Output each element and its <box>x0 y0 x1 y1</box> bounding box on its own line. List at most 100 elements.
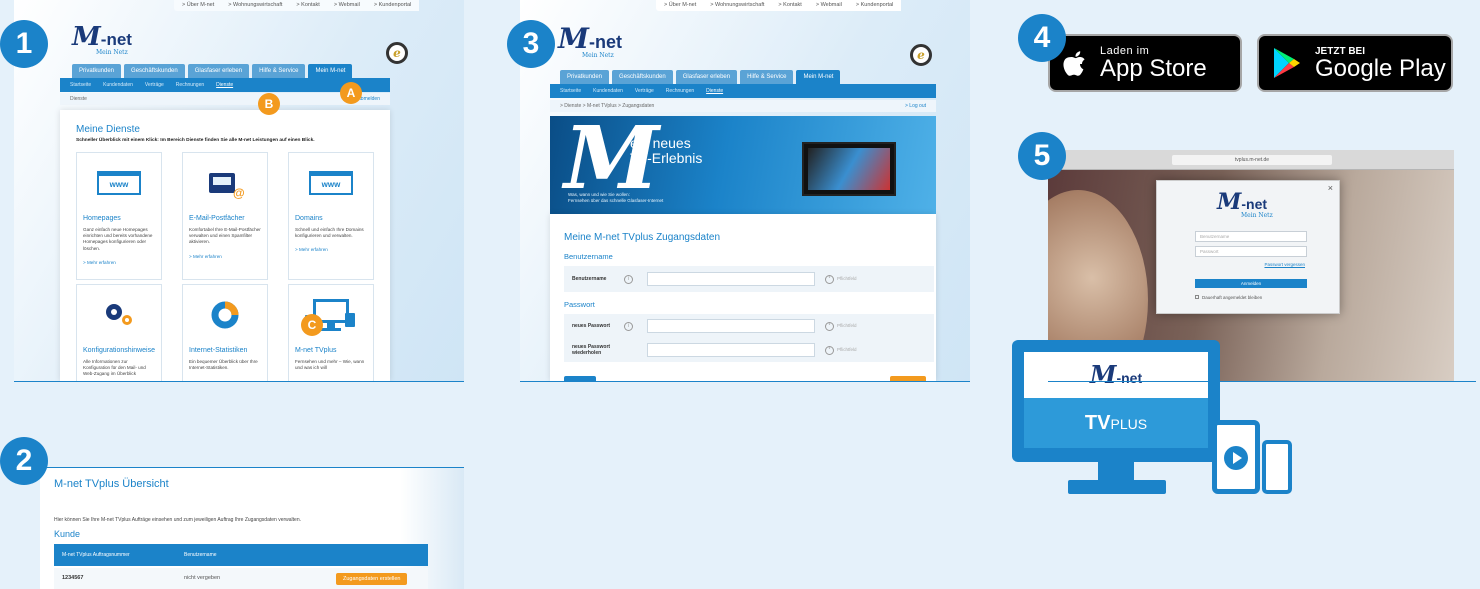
required-icon: * <box>825 274 834 284</box>
top-nav-item[interactable]: > Wohnungswirtschaft <box>228 2 282 9</box>
google-play-badge[interactable]: JETZT BEI Google Play <box>1257 34 1453 92</box>
play-icon <box>1224 446 1248 470</box>
top-nav-item[interactable]: > Über M-net <box>664 2 696 9</box>
google-play-text: JETZT BEI Google Play <box>1315 45 1446 82</box>
section-title: Kunde <box>54 529 81 539</box>
logout-link[interactable]: > Log out <box>905 103 926 109</box>
tvplus-mnet-logo: M-net <box>1089 360 1143 389</box>
subnav-kundendaten[interactable]: Kundendaten <box>103 82 133 88</box>
subnav-startseite[interactable]: Startseite <box>70 82 91 88</box>
mnet-logo[interactable]: M-net Mein Netz <box>72 22 132 56</box>
donut-chart-icon <box>189 291 261 339</box>
step-badge-2: 2 <box>0 437 48 485</box>
divider-line <box>14 381 464 382</box>
www-cursor-icon: www <box>309 171 353 195</box>
mail-tray-icon: @ <box>189 159 261 207</box>
subnav-rechnungen[interactable]: Rechnungen <box>176 82 204 88</box>
tab-mein-mnet[interactable]: Mein M-net <box>796 70 841 84</box>
login-username-input[interactable]: Benutzername <box>1195 231 1307 242</box>
required-hint: * Pflichtfeld <box>825 321 857 331</box>
mnet-logo[interactable]: M-net Mein Netz <box>558 22 622 59</box>
tab-hilfe[interactable]: Hilfe & Service <box>252 64 306 78</box>
top-nav-item[interactable]: > Kundenportal <box>374 2 411 9</box>
remember-me-checkbox[interactable]: Dauerhaft angemeldet bleiben <box>1195 295 1262 300</box>
form-row-repeat-password: neues Passwort wiederholen * Pflichtfeld <box>564 338 934 362</box>
form-content: Meine M-net TVplus Zugangsdaten Benutzer… <box>550 214 936 381</box>
close-icon[interactable]: × <box>1328 183 1333 193</box>
tvplus-devices-graphic: M-net TVPLUS <box>1012 340 1312 500</box>
tab-privatkunden[interactable]: Privatkunden <box>560 70 610 84</box>
marker-c: C <box>301 314 323 336</box>
login-modal: × M-net Mein Netz Benutzername Passwort … <box>1156 180 1340 314</box>
required-hint: * Pflichtfeld <box>825 345 857 355</box>
intro-text: Hier können Sie Ihre M-net TVplus Aufträ… <box>54 517 301 523</box>
subnav-rechnungen[interactable]: Rechnungen <box>666 88 694 94</box>
subnav-dienste[interactable]: Dienste <box>216 82 233 88</box>
lead-text: Schneller Überblick mit einem Klick: Im … <box>76 138 315 143</box>
app-store-badge[interactable]: Laden im App Store <box>1048 34 1242 92</box>
service-card-statistiken[interactable]: Internet-Statistiken Ein bequemer Überbl… <box>182 284 268 381</box>
step-badge-5: 5 <box>1018 132 1066 180</box>
service-card-konfiguration[interactable]: Konfigurationshinweise Alle Informatione… <box>76 284 162 381</box>
tab-glasfaser[interactable]: Glasfaser erleben <box>675 70 738 84</box>
monitor-base <box>1068 480 1166 494</box>
tvplus-banner: M ein neues TV-Erlebnis Was, wann und wi… <box>550 116 936 214</box>
sub-nav: Startseite Kundendaten Verträge Rechnung… <box>550 84 936 98</box>
top-nav-item[interactable]: > Webmail <box>816 2 842 9</box>
step-badge-3: 3 <box>507 20 555 68</box>
column-header: Benutzername <box>184 552 217 558</box>
more-link[interactable]: > Mehr erfahren <box>189 254 261 259</box>
top-nav-item[interactable]: > Kontakt <box>296 2 319 9</box>
tab-privatkunden[interactable]: Privatkunden <box>72 64 122 78</box>
forgot-password-link[interactable]: Passwort vergessen <box>1264 262 1305 267</box>
login-button[interactable]: Anmelden <box>1195 279 1307 288</box>
monitor-frame: M-net TVPLUS <box>1012 340 1220 462</box>
top-nav: > Über M-net > Wohnungswirtschaft > Kont… <box>174 0 420 11</box>
more-link[interactable]: > Mehr erfahren <box>83 260 155 265</box>
top-nav-item[interactable]: > Kundenportal <box>856 2 893 9</box>
breadcrumb: > Dienste > M-net TVplus > Zugangsdaten … <box>550 100 936 112</box>
tab-glasfaser[interactable]: Glasfaser erleben <box>187 64 250 78</box>
monitor-tvplus-panel: TVPLUS <box>1024 398 1208 448</box>
service-card-tvplus[interactable]: M-net TVplus Fernsehen und mehr – Wie, w… <box>288 284 374 381</box>
username-input[interactable] <box>647 272 815 286</box>
top-nav-item[interactable]: > Kontakt <box>778 2 801 9</box>
form-row-new-password: neues Passwort i * Pflichtfeld <box>564 314 934 338</box>
phone-icon <box>1262 440 1292 494</box>
banner-subline: Was, wann und wie Sie wollen: Fernsehen … <box>568 192 664 203</box>
new-password-input[interactable] <box>647 319 815 333</box>
divider-line <box>520 381 970 382</box>
marker-b: B <box>258 93 280 115</box>
create-credentials-button[interactable]: Zugangsdaten erstellen <box>336 573 408 585</box>
required-icon: * <box>825 345 834 355</box>
top-nav-item[interactable]: > Über M-net <box>182 2 214 9</box>
info-icon[interactable]: i <box>624 274 633 284</box>
subnav-vertraege[interactable]: Verträge <box>145 82 164 88</box>
mnet-logo: M-net Mein Netz <box>1217 189 1273 219</box>
tv-screen-icon <box>802 142 896 196</box>
url-bar[interactable]: tvplus.m-net.de <box>1172 155 1332 165</box>
top-nav-item[interactable]: > Wohnungswirtschaft <box>710 2 764 9</box>
repeat-password-input[interactable] <box>647 343 815 357</box>
tab-mein-mnet[interactable]: Mein M-net <box>308 64 353 78</box>
info-icon[interactable]: i <box>624 321 633 331</box>
subnav-dienste[interactable]: Dienste <box>706 88 723 94</box>
login-password-input[interactable]: Passwort <box>1195 246 1307 257</box>
subnav-kundendaten[interactable]: Kundendaten <box>593 88 623 94</box>
top-nav-item[interactable]: > Webmail <box>334 2 360 9</box>
tab-geschaeftskunden[interactable]: Geschäftskunden <box>124 64 185 78</box>
tab-hilfe[interactable]: Hilfe & Service <box>740 70 794 84</box>
subnav-startseite[interactable]: Startseite <box>560 88 581 94</box>
subnav-vertraege[interactable]: Verträge <box>635 88 654 94</box>
top-nav: > Über M-net > Wohnungswirtschaft > Kont… <box>656 0 902 11</box>
checkbox-icon[interactable] <box>1195 295 1199 299</box>
screenshot-tvplus-uebersicht: M-net TVplus Übersicht Hier können Sie I… <box>40 468 464 589</box>
banner-headline: ein neues TV-Erlebnis <box>630 135 703 166</box>
more-link[interactable]: > Mehr erfahren <box>295 247 367 252</box>
service-card-email[interactable]: @ E-Mail-Postfächer Komfortabel Ihre E-M… <box>182 152 268 280</box>
service-card-domains[interactable]: www Domains Schnell und einfach Ihre Dom… <box>288 152 374 280</box>
tab-geschaeftskunden[interactable]: Geschäftskunden <box>612 70 673 84</box>
username-value: nicht vergeben <box>184 575 221 581</box>
service-card-homepages[interactable]: www Homepages Ganz einfach neue Homepage… <box>76 152 162 280</box>
step-badge-1: 1 <box>0 20 48 68</box>
